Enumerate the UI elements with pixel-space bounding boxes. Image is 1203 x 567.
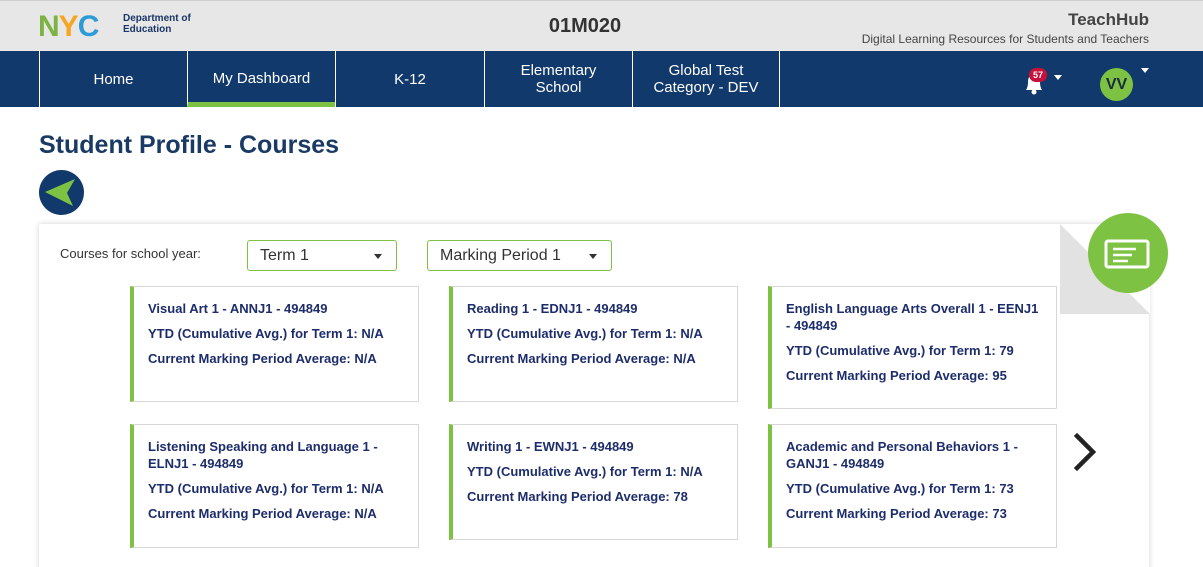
course-current-average: Current Marking Period Average: 95	[786, 368, 1007, 383]
course-title: Academic and Personal Behaviors 1 - GANJ…	[786, 439, 1018, 471]
course-card[interactable]: Listening Speaking and Language 1 - ELNJ…	[130, 424, 419, 548]
whiteboard-button[interactable]	[1088, 213, 1168, 293]
course-ytd: YTD (Cumulative Avg.) for Term 1: N/A	[467, 464, 703, 479]
course-card[interactable]: Reading 1 - EDNJ1 - 494849 YTD (Cumulati…	[449, 286, 738, 402]
chevron-down-icon	[589, 254, 597, 259]
nav-item-home[interactable]: Home	[39, 51, 187, 107]
course-current-average: Current Marking Period Average: N/A	[148, 351, 377, 366]
brand-title: TeachHub	[1068, 10, 1149, 29]
term-select[interactable]: Term 1	[247, 240, 397, 271]
nav-item-elementary-school[interactable]: Elementary School	[484, 51, 632, 107]
course-current-average: Current Marking Period Average: 73	[786, 506, 1007, 521]
marking-period-select[interactable]: Marking Period 1	[427, 240, 612, 271]
chevron-down-icon[interactable]	[1054, 75, 1062, 80]
course-ytd: YTD (Cumulative Avg.) for Term 1: N/A	[467, 326, 703, 341]
course-title: Listening Speaking and Language 1 - ELNJ…	[148, 439, 378, 471]
avatar[interactable]: VV	[1100, 68, 1133, 101]
chevron-down-icon[interactable]	[1141, 68, 1149, 73]
course-title: Visual Art 1 - ANNJ1 - 494849	[148, 301, 328, 316]
brand-subtitle: Digital Learning Resources for Students …	[861, 32, 1149, 46]
course-title: Reading 1 - EDNJ1 - 494849	[467, 301, 638, 316]
chevron-right-icon[interactable]	[1068, 430, 1102, 474]
course-card[interactable]: English Language Arts Overall 1 - EENJ1 …	[768, 286, 1057, 409]
school-year-label: Courses for school year:	[60, 246, 201, 261]
nav-item-k12[interactable]: K-12	[335, 51, 484, 107]
course-ytd: YTD (Cumulative Avg.) for Term 1: 73	[786, 481, 1014, 496]
brand: TeachHub Digital Learning Resources for …	[862, 10, 1149, 46]
back-button[interactable]	[39, 170, 84, 215]
course-current-average: Current Marking Period Average: N/A	[467, 351, 696, 366]
course-current-average: Current Marking Period Average: N/A	[148, 506, 377, 521]
course-card[interactable]: Writing 1 - EWNJ1 - 494849 YTD (Cumulati…	[449, 424, 738, 540]
nav-item-my-dashboard[interactable]: My Dashboard	[187, 51, 335, 107]
whiteboard-icon	[1104, 239, 1150, 269]
course-ytd: YTD (Cumulative Avg.) for Term 1: 79	[786, 343, 1014, 358]
back-arrow-icon	[45, 179, 75, 206]
course-title: Writing 1 - EWNJ1 - 494849	[467, 439, 634, 454]
course-current-average: Current Marking Period Average: 78	[467, 489, 688, 504]
nav-item-global-test-category[interactable]: Global Test Category - DEV	[632, 51, 780, 107]
course-card[interactable]: Academic and Personal Behaviors 1 - GANJ…	[768, 424, 1057, 548]
notification-badge: 57	[1029, 68, 1047, 82]
course-ytd: YTD (Cumulative Avg.) for Term 1: N/A	[148, 481, 384, 496]
course-ytd: YTD (Cumulative Avg.) for Term 1: N/A	[148, 326, 384, 341]
course-title: English Language Arts Overall 1 - EENJ1 …	[786, 301, 1039, 333]
chevron-down-icon	[374, 254, 382, 259]
top-header: NYC Department of Education 01M020 Teach…	[0, 0, 1203, 51]
course-card[interactable]: Visual Art 1 - ANNJ1 - 494849 YTD (Cumul…	[130, 286, 419, 402]
page-title: Student Profile - Courses	[39, 131, 340, 159]
